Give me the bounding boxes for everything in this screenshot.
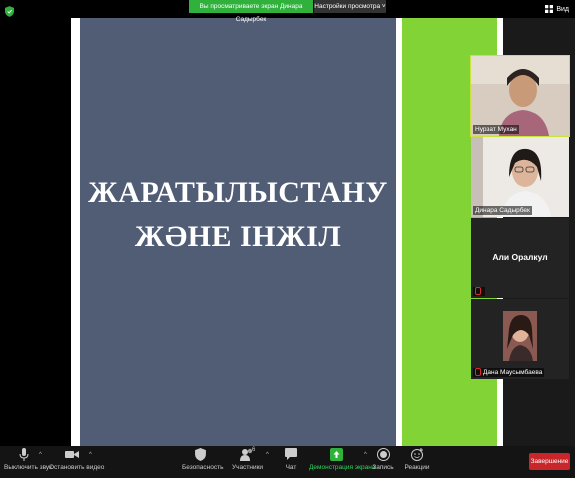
shared-screen: ЖАРАТЫЛЫСТАНУ ЖӘНЕ ІНЖІЛ bbox=[0, 0, 503, 446]
slide-title: ЖАРАТЫЛЫСТАНУ ЖӘНЕ ІНЖІЛ bbox=[80, 171, 396, 259]
reactions-label: Реакции bbox=[404, 464, 430, 471]
chevron-up-icon[interactable]: ^ bbox=[364, 452, 367, 458]
participants-button[interactable]: 6 Участники bbox=[232, 447, 264, 471]
record-label: Запись bbox=[372, 464, 394, 471]
chevron-down-icon: ˅ bbox=[381, 3, 386, 10]
presentation-slide: ЖАРАТЫЛЫСТАНУ ЖӘНЕ ІНЖІЛ bbox=[71, 0, 503, 446]
participant-status bbox=[473, 287, 485, 296]
mute-label: Выключить звук bbox=[4, 464, 53, 471]
record-icon bbox=[376, 448, 390, 461]
participant-name: Динара Садырбек bbox=[473, 206, 532, 215]
stop-video-label: Остановить видео bbox=[49, 464, 105, 471]
participant-name: Нурзат Мухан bbox=[473, 125, 519, 134]
screen-share-banner: Вы просматриваете экран Динара Садырбек bbox=[189, 0, 313, 23]
participants-count: 6 bbox=[252, 447, 256, 453]
view-options-label: Настройки просмотра bbox=[314, 3, 381, 10]
slide-title-line-1: ЖАРАТЫЛЫСТАНУ bbox=[88, 176, 388, 209]
participant-tile[interactable]: Али Оралкул bbox=[471, 218, 569, 298]
chevron-up-icon[interactable]: ^ bbox=[39, 452, 42, 458]
slide-title-panel: ЖАРАТЫЛЫСТАНУ ЖӘНЕ ІНЖІЛ bbox=[80, 11, 396, 446]
mic-off-icon bbox=[475, 368, 481, 377]
view-button-label: Вид bbox=[556, 5, 569, 13]
participant-name: Дана Маусымбаева bbox=[483, 369, 543, 376]
shield-icon[interactable] bbox=[5, 6, 14, 17]
security-button[interactable]: Безопасность bbox=[182, 448, 223, 471]
participant-name-center: Али Оралкул bbox=[492, 252, 548, 262]
participant-tile[interactable]: Нурзат Мухан bbox=[470, 55, 570, 137]
chevron-up-icon[interactable]: ^ bbox=[266, 452, 269, 458]
reactions-button[interactable]: Реакции bbox=[404, 448, 430, 471]
participant-tile[interactable]: Дана Маусымбаева bbox=[471, 299, 569, 379]
participant-avatar bbox=[471, 299, 569, 379]
view-button[interactable]: Вид bbox=[545, 5, 569, 13]
participants-icon-wrap: 6 bbox=[236, 447, 258, 461]
microphone-icon bbox=[19, 448, 29, 461]
shield-icon bbox=[194, 448, 206, 461]
slide-title-line-2: ЖӘНЕ ІНЖІЛ bbox=[134, 220, 342, 253]
meeting-toolbar: Выключить звук ^ Остановить видео ^ Безо… bbox=[0, 446, 575, 478]
chat-icon bbox=[285, 448, 297, 460]
security-label: Безопасность bbox=[182, 464, 224, 471]
video-camera-icon bbox=[65, 451, 79, 458]
meeting-top-bar: Вы просматриваете экран Динара Садырбек … bbox=[0, 0, 575, 23]
chevron-up-icon[interactable]: ^ bbox=[89, 452, 92, 458]
mic-off-icon bbox=[475, 287, 481, 296]
participant-tile[interactable]: Динара Садырбек bbox=[471, 137, 569, 217]
chat-label: Чат bbox=[285, 464, 297, 471]
emoji-plus-icon bbox=[410, 448, 423, 461]
participant-video bbox=[471, 137, 569, 217]
participant-label: Дана Маусымбаева bbox=[473, 368, 545, 377]
participants-label: Участники bbox=[232, 464, 264, 471]
mute-button[interactable]: Выключить звук bbox=[4, 448, 52, 471]
share-screen-label: Демонстрация экрана bbox=[309, 464, 376, 471]
end-meeting-button[interactable]: Завершение bbox=[529, 453, 570, 470]
grid-icon bbox=[545, 5, 554, 13]
chat-button[interactable]: Чат bbox=[282, 448, 300, 471]
view-options-dropdown[interactable]: Настройки просмотра ˅ bbox=[314, 0, 386, 13]
record-button[interactable]: Запись bbox=[372, 448, 394, 471]
share-screen-icon bbox=[330, 448, 343, 461]
participant-video bbox=[471, 56, 569, 136]
share-screen-button[interactable]: Демонстрация экрана bbox=[309, 448, 375, 471]
